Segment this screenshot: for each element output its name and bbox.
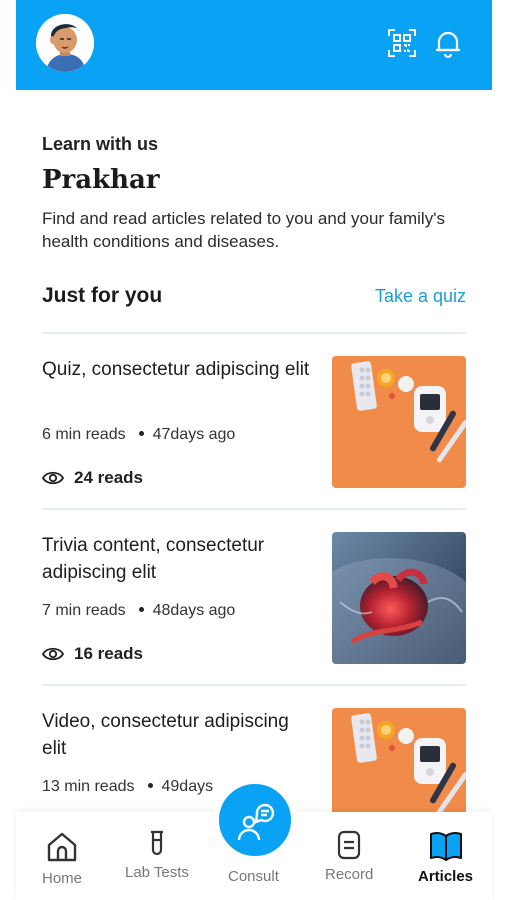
reads-label: 16 reads [74, 644, 143, 663]
qr-scan-icon[interactable] [386, 27, 418, 59]
article-meta: 7 min reads 48days ago [42, 602, 235, 620]
bottom-navigation: Home Lab Tests Consult Record Articles [16, 778, 492, 900]
top-header [16, 0, 492, 90]
nav-lab-tests-label: Lab Tests [125, 864, 189, 881]
intro-section: Learn with us Prakhar Find and read arti… [42, 134, 472, 253]
article-meta: 13 min reads 49days [42, 778, 213, 796]
article-title: Video, consectetur adipiscing elit [42, 711, 289, 759]
bell-icon[interactable] [432, 27, 464, 59]
consult-chat-icon [237, 803, 275, 841]
open-book-icon [429, 831, 462, 861]
nav-home[interactable]: Home [42, 830, 82, 887]
read-time: 13 min reads [42, 778, 135, 795]
article-title: Trivia content, consectetur adipiscing e… [42, 535, 265, 583]
dot-separator [138, 430, 144, 436]
nav-record-label: Record [325, 866, 374, 883]
take-quiz-link[interactable]: Take a quiz [375, 286, 466, 307]
medicine-diabetes-kit-image [332, 356, 466, 488]
user-name-heading: Prakhar [42, 165, 160, 195]
nav-lab-tests[interactable]: Lab Tests [125, 830, 189, 881]
reads-label: 24 reads [74, 468, 143, 487]
reads-count: 24 reads [42, 468, 143, 488]
divider [42, 332, 466, 334]
reads-count: 16 reads [42, 644, 143, 664]
nav-home-label: Home [42, 870, 83, 887]
read-time: 6 min reads [42, 426, 126, 443]
divider [42, 684, 466, 686]
article-thumbnail [332, 532, 466, 664]
user-avatar-icon [36, 14, 94, 72]
home-icon [47, 832, 77, 862]
eye-icon [42, 647, 64, 661]
divider [42, 508, 466, 510]
test-tube-icon [150, 830, 163, 856]
section-title: Just for you [42, 284, 163, 307]
article-card[interactable]: Quiz, consectetur adipiscing elit 6 min … [42, 356, 466, 506]
article-meta: 6 min reads 47days ago [42, 426, 235, 444]
learn-with-us-label: Learn with us [42, 134, 159, 154]
intro-description: Find and read articles related to you an… [42, 209, 445, 251]
record-icon [338, 830, 361, 860]
read-time: 7 min reads [42, 602, 126, 619]
consult-button[interactable] [213, 778, 297, 862]
user-avatar[interactable] [36, 14, 94, 72]
eye-icon [42, 471, 64, 485]
article-title: Quiz, consectetur adipiscing elit [42, 359, 310, 380]
dot-separator [138, 606, 144, 612]
nav-articles[interactable]: Articles [418, 830, 473, 885]
heart-anatomy-image [332, 532, 466, 664]
article-thumbnail [332, 356, 466, 488]
article-card[interactable]: Trivia content, consectetur adipiscing e… [42, 532, 466, 682]
nav-consult-label[interactable]: Consult [228, 868, 279, 885]
article-age: 47days ago [152, 426, 236, 443]
dot-separator [147, 782, 153, 788]
nav-record[interactable]: Record [325, 830, 373, 883]
article-age: 49days [161, 778, 214, 795]
just-for-you-header: Just for you Take a quiz [42, 284, 466, 314]
article-age: 48days ago [152, 602, 236, 619]
nav-articles-label: Articles [418, 868, 474, 885]
